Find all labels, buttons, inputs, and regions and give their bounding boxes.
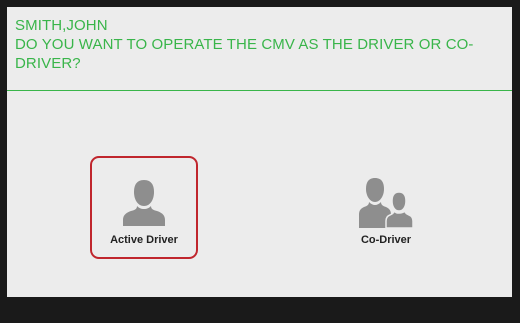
header: SMITH,JOHN DO YOU WANT TO OPERATE THE CM… <box>7 7 512 91</box>
active-driver-label: Active Driver <box>110 234 178 246</box>
active-driver-option[interactable]: Active Driver <box>90 156 198 259</box>
screen: SMITH,JOHN DO YOU WANT TO OPERATE THE CM… <box>7 7 512 297</box>
person-icon <box>123 180 165 226</box>
question-text: DO YOU WANT TO OPERATE THE CMV AS THE DR… <box>15 36 474 72</box>
bottom-bezel <box>7 297 512 319</box>
driver-name: SMITH,JOHN <box>15 17 108 34</box>
co-driver-label: Co-Driver <box>360 234 412 246</box>
device-frame: SMITH,JOHN DO YOU WANT TO OPERATE THE CM… <box>0 0 520 323</box>
two-people-icon <box>359 178 413 228</box>
co-driver-option[interactable]: Co-Driver <box>332 156 440 259</box>
